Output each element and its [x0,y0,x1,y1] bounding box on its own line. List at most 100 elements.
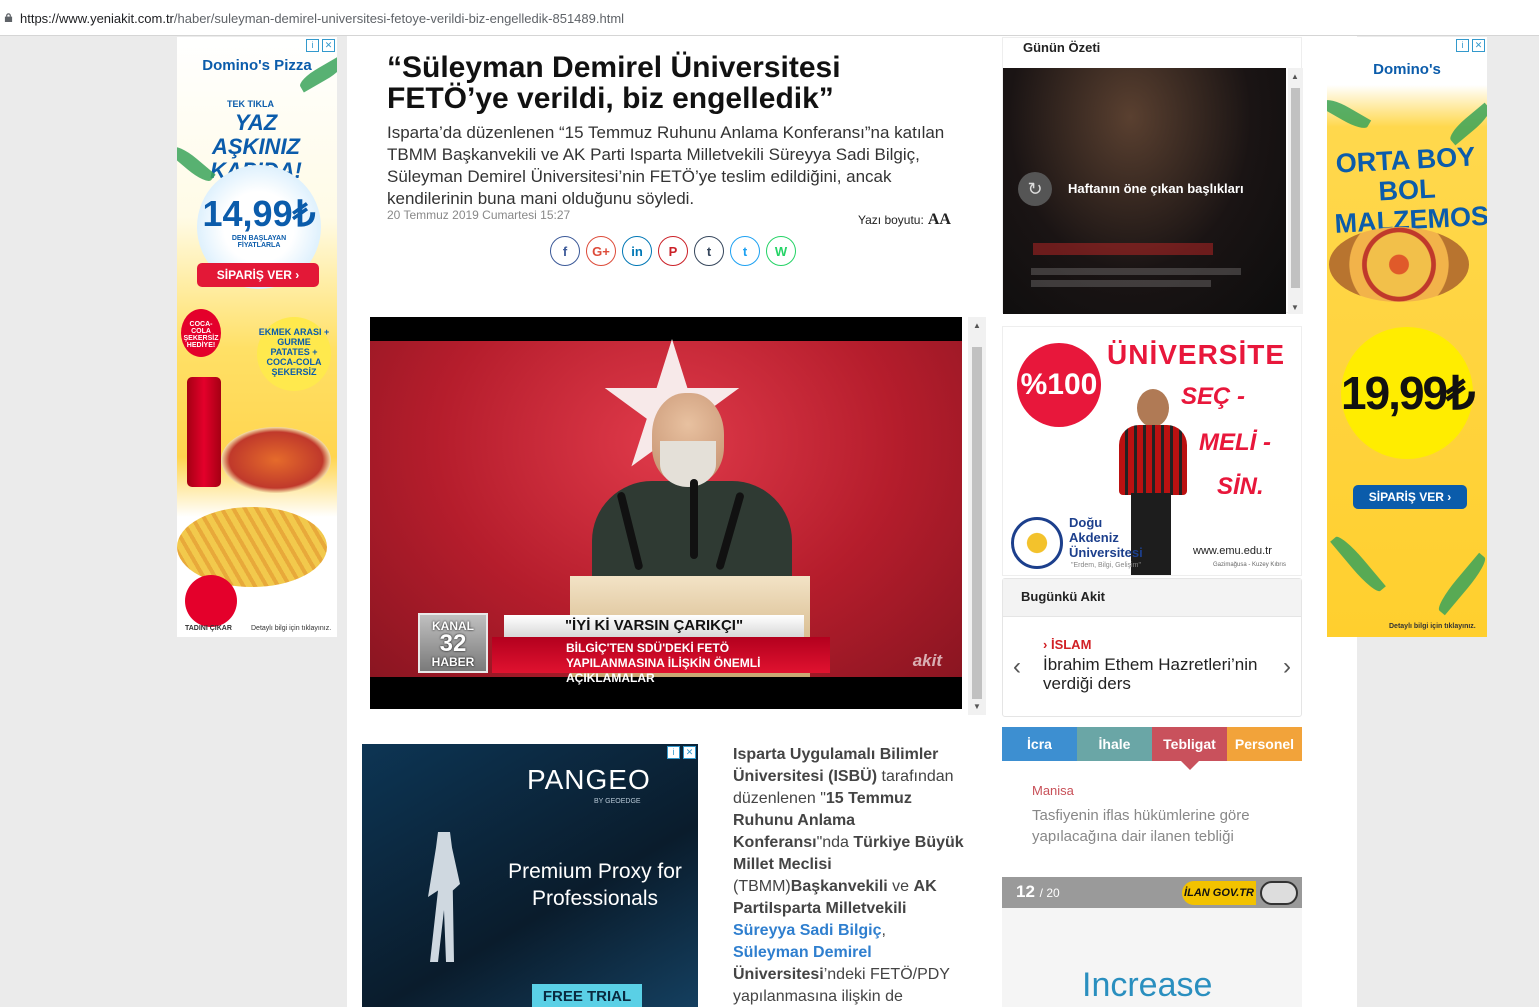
font-size-control[interactable]: Yazı boyutu: AA [858,211,951,229]
gunun-ozeti-widget: Günün Özeti ↻ Haftanın öne çıkan başlıkl… [1002,37,1303,314]
adchoices-icon[interactable]: i [667,746,680,759]
speaker-beard [660,441,716,487]
free-trial-button[interactable]: FREE TRIAL [532,984,642,1007]
emu-university-ad[interactable]: %100 ÜNİVERSİTE SEÇ - MELİ - SİN. Doğu A… [1002,326,1302,576]
facebook-icon: f [562,243,568,259]
lock-icon [4,13,13,22]
tadini-cikar: TADINI ÇIKAR [185,625,232,632]
ilan-gov-logo[interactable]: İLAN GOV.TR [1182,881,1256,905]
share-buttons: f G+ in P t t W [550,236,796,266]
ad-brand: Domino's [1373,61,1441,78]
linkedin-icon: in [631,243,643,259]
gunun-ozeti-caption: Haftanın öne çıkan başlıkları [1068,181,1244,196]
uni-website: www.emu.edu.tr [1193,545,1272,557]
close-icon[interactable]: ✕ [1472,39,1485,52]
news-tag-bar [1033,243,1213,255]
ad-headline: ORTA BOY BOL MALZEMOS [1333,141,1487,239]
order-button[interactable]: SİPARİŞ VER › [1353,485,1467,509]
ad-choices[interactable]: i ✕ [1456,39,1485,52]
ad-choices[interactable]: i ✕ [306,39,335,52]
tumblr-icon: t [706,243,712,259]
scroll-up-icon[interactable]: ▲ [1291,72,1299,81]
emu-logo [1011,517,1063,569]
kanal-bottom: HABER [431,655,475,669]
ilan-counter: 12 / 20 [1016,882,1060,902]
uni-motto: "Erdem, Bilgi, Gelişim" [1071,562,1141,569]
browser-url-bar[interactable]: https://www.yeniakit.com.tr/haber/suleym… [0,0,1539,36]
akit-watermark: akit [912,651,942,670]
share-twitter-button[interactable]: t [730,236,760,266]
font-size-glyph[interactable]: AA [928,211,951,228]
ilan-current: 12 [1016,882,1035,901]
tab-ihale[interactable]: İhale [1077,727,1152,761]
body-org: Üniversitesi [733,966,824,983]
ad-details: Detaylı bilgi için tıklayınız. [251,625,332,632]
person-link[interactable]: Süreyya Sadi Bilgiç [733,922,882,939]
refresh-icon[interactable]: ↻ [1018,172,1052,206]
article-body: Isparta Uygulamalı Bilimler Üniversitesi… [733,744,965,1007]
share-pinterest-button[interactable]: P [658,236,688,266]
share-linkedin-button[interactable]: in [622,236,652,266]
video-player[interactable]: KANAL 32 HABER "İYİ Kİ VARSIN ÇARIKÇI" BİL… [370,317,962,709]
ilan-tabs: İcra İhale Tebligat Personel [1002,727,1302,770]
news-headline-link[interactable]: İbrahim Ethem Hazretleri’nin verdiği der… [1043,655,1273,693]
close-icon[interactable]: ✕ [683,746,696,759]
gunun-ozeti-player[interactable]: ↻ Haftanın öne çıkan başlıkları [1003,68,1286,314]
dominos-ad-left[interactable]: i ✕ Domino's Pizza TEK TIKLA YAZ AŞKINIZ … [177,37,337,637]
leaf-decoration [1446,102,1487,146]
share-google-plus-button[interactable]: G+ [586,236,616,266]
tab-tebligat[interactable]: Tebligat [1152,727,1227,770]
url-host: https://www.yeniakit.com.tr [20,11,174,26]
category-marker: › [1043,637,1051,652]
ilan-counter-bar: 12 / 20 İLAN GOV.TR [1002,877,1302,908]
coca-cola-can [187,377,221,487]
pinterest-icon: P [668,243,678,259]
kanal32-logo: KANAL 32 HABER [418,613,488,673]
body-text: "nda [816,834,854,851]
tab-personel[interactable]: Personel [1227,727,1302,761]
order-button[interactable]: SİPARİŞ VER › [197,263,319,287]
adchoices-icon[interactable]: i [306,39,319,52]
kanal-num: 32 [439,630,467,657]
scroll-down-icon[interactable]: ▼ [973,702,981,711]
sandwich-image [221,427,331,493]
body-role: Başkanvekili [790,878,888,895]
bottom-ad[interactable]: Increase [1002,908,1302,1007]
adchoices-icon[interactable]: i [1456,39,1469,52]
widget-heading: Günün Özeti [1023,40,1101,55]
pangeo-sub: BY GEOEDGE [594,798,641,805]
video-scrollbar[interactable]: ▲ ▼ [968,317,986,715]
chevron-left-icon[interactable]: ‹ [1013,653,1021,681]
pangeo-text: Premium Proxy for Professionals [508,860,682,910]
ad-price: 19,99₺ [1341,327,1475,459]
close-icon[interactable]: ✕ [322,39,335,52]
article-title: “Süleyman Demirel Üniversitesi FETÖ’ye v… [387,51,841,115]
order-button-label: SİPARİŞ VER [1368,490,1444,504]
category-label: İSLAM [1050,637,1092,652]
scroll-up-icon[interactable]: ▲ [973,321,981,330]
body-text: (TBMM) [733,878,791,895]
ad-choices[interactable]: i ✕ [667,746,696,759]
share-facebook-button[interactable]: f [550,236,580,266]
ilan-item[interactable]: Manisa Tasfiyenin iflas hükümlerine göre… [1002,770,1302,865]
scroll-down-icon[interactable]: ▼ [1291,303,1299,312]
uni-heading: ÜNİVERSİTE [1107,339,1286,370]
google-plus-icon: G+ [592,243,610,259]
font-size-label: Yazı boyutu: [858,213,924,227]
tab-icra[interactable]: İcra [1002,727,1077,761]
microphone [690,479,698,559]
university-link[interactable]: Süleyman Demirel [733,944,872,961]
gunun-scrollbar[interactable]: ▲ ▼ [1288,68,1303,314]
scroll-thumb[interactable] [1291,88,1300,288]
scroll-thumb[interactable] [972,347,982,699]
student-shirt [1119,425,1187,495]
widget-heading: Bugünkü Akit [1003,579,1301,617]
news-category: › İSLAM [1043,637,1091,652]
article-lead: Isparta’da düzenlenen “15 Temmuz Ruhunu … [387,123,945,208]
share-whatsapp-button[interactable]: W [766,236,796,266]
chevron-right-icon[interactable]: › [1283,653,1291,681]
share-tumblr-button[interactable]: t [694,236,724,266]
url-text[interactable]: https://www.yeniakit.com.tr/haber/suleym… [20,11,624,26]
dominos-ad-right[interactable]: i ✕ Domino's ORTA BOY BOL MALZEMOS 19,99₺… [1327,37,1487,637]
pangeo-ad[interactable]: i ✕ PANGEO BY GEOEDGE Premium Proxy for P… [362,744,698,1007]
